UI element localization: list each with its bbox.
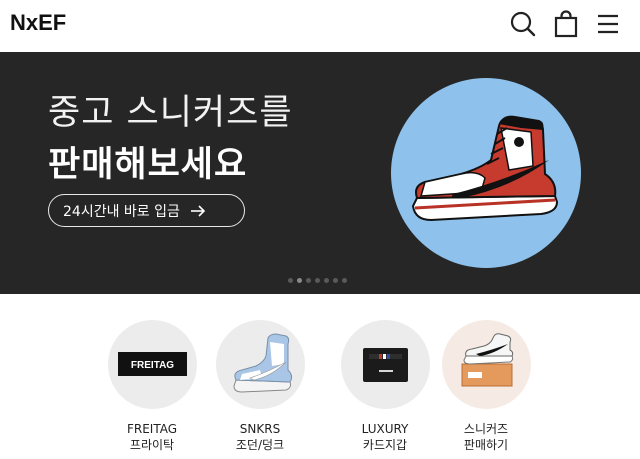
category-label-en: LUXURY: [361, 422, 409, 436]
carousel-dot[interactable]: [306, 278, 311, 283]
sneaker-illustration: [391, 78, 581, 268]
category-label-ko: 카드지갑: [362, 438, 408, 452]
category-label-ko: 판매하기: [463, 438, 509, 452]
category-snkrs[interactable]: SNKRS 조던/덩크: [214, 320, 306, 453]
carousel-dot[interactable]: [324, 278, 329, 283]
banner-headline-1: 중고 스니커즈를: [48, 93, 293, 133]
carousel-dot[interactable]: [333, 278, 338, 283]
top-header: NxEF: [0, 0, 640, 52]
search-icon[interactable]: [509, 10, 537, 38]
carousel-dot[interactable]: [288, 278, 293, 283]
instant-deposit-button[interactable]: 24시간내 바로 입금: [48, 194, 245, 227]
category-label-ko: 조던/덩크: [235, 438, 285, 452]
category-shortcuts: FREITAG FREITAG 프라이탁 SNKRS 조던/덩크 LUXURY …: [0, 294, 640, 459]
category-luxury[interactable]: LUXURY 카드지갑: [339, 320, 431, 453]
carousel-dot[interactable]: [315, 278, 320, 283]
category-label-en: FREITAG: [126, 422, 178, 436]
brand-logo[interactable]: NxEF: [10, 10, 66, 36]
category-label-en: SNKRS: [239, 422, 281, 436]
hero-banner[interactable]: 중고 스니커즈를 판매해보세요 24시간내 바로 입금: [0, 52, 640, 294]
jordan-sneaker-icon: [411, 115, 559, 222]
category-label-ko: 프라이탁: [129, 438, 175, 452]
svg-text:FREITAG: FREITAG: [130, 360, 173, 371]
arrow-right-icon: [190, 204, 206, 217]
menu-icon[interactable]: [594, 10, 622, 38]
card-wallet-icon: [340, 320, 430, 409]
category-label-ko: 스니커즈: [463, 422, 509, 436]
carousel-indicator[interactable]: [288, 278, 347, 284]
banner-headline-2: 판매해보세요: [48, 145, 248, 185]
shoe-box-icon: [441, 320, 531, 409]
shopping-bag-icon[interactable]: [552, 10, 580, 38]
category-freitag[interactable]: FREITAG FREITAG 프라이탁: [106, 320, 198, 453]
carousel-dot[interactable]: [342, 278, 347, 283]
cta-label: 24시간내 바로 입금: [63, 203, 180, 220]
sneaker-icon: [215, 320, 305, 409]
category-sell-sneakers[interactable]: 스니커즈 판매하기: [440, 320, 532, 453]
carousel-dot-active[interactable]: [297, 278, 302, 283]
freitag-logo-icon: FREITAG: [107, 320, 197, 409]
